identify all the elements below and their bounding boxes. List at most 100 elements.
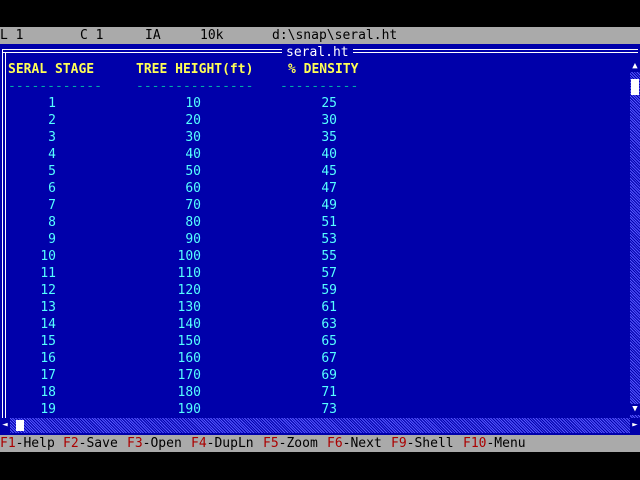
column-header-seral-stage: SERAL STAGE [8, 62, 95, 77]
fkey-label: -Help [15, 436, 55, 451]
horizontal-scrollbar-thumb[interactable] [16, 420, 24, 431]
table-cell: 15 [40, 334, 56, 349]
table-cell: 10 [40, 249, 56, 264]
table-cell: 69 [321, 368, 337, 383]
table-cell: 57 [321, 266, 337, 281]
fkey-key: F5 [263, 436, 279, 451]
table-cell: 30 [185, 130, 201, 145]
table-cell: 9 [48, 232, 56, 247]
vertical-scrollbar-track[interactable] [630, 61, 640, 422]
table-cell: 130 [177, 300, 201, 315]
column-header-density: % DENSITY [288, 62, 359, 77]
table-cell: 49 [321, 198, 337, 213]
fkey-label: -Open [142, 436, 182, 451]
column-underline-tree-height: --------------- [136, 79, 254, 94]
fkey-label: -DupLn [206, 436, 254, 451]
triangle-down-icon[interactable]: ▼ [630, 404, 640, 415]
fkey-f1[interactable]: F1-Help [0, 435, 55, 452]
table-cell: 7 [48, 198, 56, 213]
status-line: L 1 [0, 28, 24, 43]
status-file-path: d:\snap\seral.ht [272, 28, 398, 43]
fkey-label: -Menu [486, 436, 526, 451]
table-cell: 70 [185, 198, 201, 213]
table-cell: 2 [48, 113, 56, 128]
table-cell: 100 [177, 249, 201, 264]
fkey-key: F6 [327, 436, 343, 451]
table-cell: 59 [321, 283, 337, 298]
fkey-f10[interactable]: F10-Menu [463, 435, 526, 452]
window-frame-left-inner [5, 52, 6, 431]
status-column: C 1 [80, 28, 104, 43]
table-cell: 170 [177, 368, 201, 383]
function-key-bar: F1-Help F2-Save F3-Open F4-DupLn F5-Zoom F6-N… [0, 435, 640, 452]
table-cell: 4 [48, 147, 56, 162]
vertical-scrollbar-thumb[interactable] [631, 79, 639, 95]
table-cell: 17 [40, 368, 56, 383]
table-cell: 40 [321, 147, 337, 162]
triangle-left-icon[interactable]: ◄ [0, 418, 10, 433]
fkey-key: F2 [63, 436, 79, 451]
table-cell: 6 [48, 181, 56, 196]
fkey-key: F9 [391, 436, 407, 451]
fkey-f2[interactable]: F2-Save [63, 435, 118, 452]
table-cell: 5 [48, 164, 56, 179]
table-cell: 10 [185, 96, 201, 111]
fkey-f5[interactable]: F5-Zoom [263, 435, 318, 452]
horizontal-scrollbar-track[interactable] [10, 418, 630, 433]
window-frame-left-outer [2, 49, 3, 433]
fkey-key: F1 [0, 436, 16, 451]
table-cell: 12 [40, 283, 56, 298]
fkey-key: F4 [191, 436, 207, 451]
status-mode: IA [145, 28, 161, 43]
table-cell: 14 [40, 317, 56, 332]
fkey-f6[interactable]: F6-Next [327, 435, 382, 452]
table-cell: 47 [321, 181, 337, 196]
table-cell: 40 [185, 147, 201, 162]
table-cell: 180 [177, 385, 201, 400]
table-cell: 71 [321, 385, 337, 400]
table-cell: 65 [321, 334, 337, 349]
table-cell: 110 [177, 266, 201, 281]
table-cell: 11 [40, 266, 56, 281]
table-cell: 19 [40, 402, 56, 417]
table-cell: 120 [177, 283, 201, 298]
table-cell: 80 [185, 215, 201, 230]
fkey-f4[interactable]: F4-DupLn [191, 435, 254, 452]
table-cell: 51 [321, 215, 337, 230]
table-cell: 140 [177, 317, 201, 332]
table-cell: 53 [321, 232, 337, 247]
fkey-label: -Shell [406, 436, 454, 451]
triangle-up-icon[interactable]: ▲ [630, 61, 640, 72]
table-cell: 18 [40, 385, 56, 400]
table-cell: 35 [321, 130, 337, 145]
table-cell: 190 [177, 402, 201, 417]
editor-window[interactable]: seral.ht SERAL STAGE TREE HEIGHT(ft) % D… [0, 44, 640, 435]
table-cell: 150 [177, 334, 201, 349]
table-cell: 50 [185, 164, 201, 179]
table-cell: 16 [40, 351, 56, 366]
fkey-label: -Save [78, 436, 118, 451]
table-cell: 60 [185, 181, 201, 196]
column-header-tree-height: TREE HEIGHT(ft) [136, 62, 254, 77]
table-cell: 63 [321, 317, 337, 332]
table-cell: 8 [48, 215, 56, 230]
table-cell: 73 [321, 402, 337, 417]
triangle-right-icon[interactable]: ► [630, 418, 640, 433]
column-underline-seral-stage: ------------ [8, 79, 102, 94]
fkey-label: -Next [342, 436, 382, 451]
fkey-label: -Zoom [278, 436, 318, 451]
table-cell: 20 [185, 113, 201, 128]
status-bar: L 1 C 1 IA 10k d:\snap\seral.ht [0, 27, 640, 44]
fkey-f3[interactable]: F3-Open [127, 435, 182, 452]
table-cell: 3 [48, 130, 56, 145]
table-cell: 13 [40, 300, 56, 315]
table-cell: 1 [48, 96, 56, 111]
table-cell: 55 [321, 249, 337, 264]
table-cell: 90 [185, 232, 201, 247]
table-cell: 67 [321, 351, 337, 366]
table-cell: 160 [177, 351, 201, 366]
fkey-f9[interactable]: F9-Shell [391, 435, 454, 452]
window-title: seral.ht [282, 44, 353, 61]
table-cell: 45 [321, 164, 337, 179]
table-cell: 30 [321, 113, 337, 128]
